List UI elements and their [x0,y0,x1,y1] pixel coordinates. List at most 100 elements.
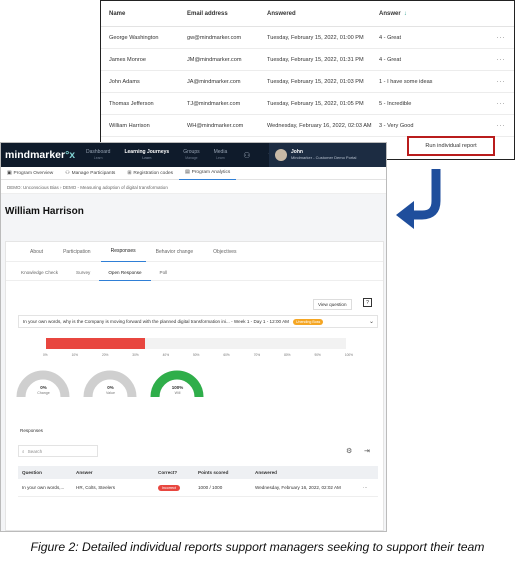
bar-tick-label: 100% [344,353,353,357]
responses-table: Question Answer Correct? Points scored A… [18,466,378,497]
tab-about[interactable]: About [20,242,53,262]
table-row[interactable]: John Adams JA@mindmarker.com Tuesday, Fe… [101,71,514,93]
cell-answer: 1 - I have some ideas [379,78,433,85]
bar-tick-label: 20% [101,353,109,357]
cell-name: William Harrison [109,122,150,129]
chevron-down-icon: ⌄ [368,319,374,325]
tab-program-overview[interactable]: ▣ Program Overview [1,167,59,180]
table-row[interactable]: Thomas Jefferson TJ@mindmarker.com Tuesd… [101,93,514,115]
tab-participation[interactable]: Participation [53,242,101,262]
tab-registration-codes[interactable]: ⊞ Registration codes [121,167,179,180]
cell-answer: 3 - Very Good [379,122,414,129]
users-icon[interactable]: ⚇ [234,151,259,160]
more-icon[interactable]: ··· [363,485,378,490]
bar-tick-label: 30% [132,353,139,357]
nav-learning-journeys[interactable]: Learning Journeys Learn [117,149,176,161]
breadcrumb[interactable]: DEMO: Unconscious Bias › DEMO - Measurin… [1,180,386,194]
tab-program-analytics[interactable]: ▤ Program Analytics [179,167,237,180]
col-email[interactable]: Email address [187,11,267,17]
cell-question: In your own words,... [22,485,65,490]
tab-survey[interactable]: Survey [67,265,99,281]
logo[interactable]: mindmarker°x [1,149,79,161]
col-answer[interactable]: Answer [76,470,158,475]
tab-behavior-change[interactable]: Behavior change [146,242,204,262]
gauge-change: 0% Change [16,369,71,398]
nav-media[interactable]: Media Learn [207,149,235,161]
question-select[interactable]: In your own words, why is the Company is… [18,315,378,328]
col-correct[interactable]: Correct? [158,470,198,475]
nav-dashboard[interactable]: Dashboard Learn [79,149,117,161]
page-title: William Harrison [5,206,84,217]
user-portal: Mindmarker - Customer Demo Portal [291,155,357,160]
cell-email: WH@mindmarker.com [187,122,244,129]
app-window: mindmarker°x Dashboard Learn Learning Jou… [0,142,387,532]
bar-tick-label: 0% [43,353,48,357]
status-badge: Unending Boss [292,318,324,325]
tab-open-response[interactable]: Open Response [99,265,151,281]
participants-answer-table: Name Email address Answered Answer ↓ Geo… [100,0,515,160]
question-text: In your own words, why is the Company is… [23,319,289,324]
cell-answered: Wednesday, February 16, 2022, 02:03 AM [267,122,372,129]
view-question-button[interactable]: View question [313,299,352,310]
tab-objectives[interactable]: Objectives [203,242,246,262]
cell-correct: Incorrect [158,485,198,491]
cell-answer: 4 - Great [379,56,402,63]
col-answer-label: Answer [379,10,401,17]
tab-responses[interactable]: Responses [100,242,146,262]
cell-points: 1000 / 1000 [198,485,223,490]
export-icon[interactable]: ⇥ [364,447,370,455]
search-input[interactable]: ⌕ Search [18,445,98,457]
sort-down-icon[interactable]: ↓ [404,11,407,17]
code-icon: ⊞ [127,170,132,176]
run-individual-report-button[interactable]: Run individual report [425,143,476,149]
tab-poll[interactable]: Poll [151,265,177,281]
more-icon[interactable]: ··· [489,57,513,63]
cell-name: James Monroe [109,56,146,63]
col-answer[interactable]: Answer ↓ [379,11,489,17]
response-bar-fill [46,338,145,349]
question-help-icon[interactable]: ? [363,298,372,307]
col-question[interactable]: Question [18,470,76,475]
more-icon[interactable]: ··· [489,123,513,129]
table-header: Question Answer Correct? Points scored A… [18,466,378,479]
cell-name: Thomas Jefferson [109,100,154,107]
participants-icon: ⚇ [65,170,70,176]
response-type-tabs: Knowledge Check Survey Open Response Pol… [6,265,383,281]
more-icon[interactable]: ··· [489,101,513,107]
user-menu[interactable]: John Mindmarker - Customer Demo Portal [269,143,386,167]
gear-icon[interactable]: ⚙ [346,447,352,455]
tab-manage-participants[interactable]: ⚇ Manage Participants [59,167,121,180]
bar-tick-label: 60% [223,353,230,357]
response-bar [46,338,346,349]
gauge-value: 0% Value [83,369,138,398]
tab-knowledge-check[interactable]: Knowledge Check [12,265,67,281]
col-name[interactable]: Name [101,11,187,17]
table-row[interactable]: James Monroe JM@mindmarker.com Tuesday, … [101,49,514,71]
bar-tick-label: 90% [314,353,321,357]
more-icon[interactable]: ··· [489,35,513,41]
bar-tick-label: 80% [284,353,291,357]
table-row[interactable]: In your own words,... HR, Colts, Steeler… [18,479,378,497]
cell-answered: Tuesday, February 15, 2022, 01:03 PM [267,78,364,85]
cell-email: JM@mindmarker.com [187,56,242,63]
bar-tick-label: 70% [253,353,261,357]
gauge-group: 0% Change 0% Value 100% Will [16,369,205,398]
col-points[interactable]: Points scored [198,470,255,475]
avatar [275,149,287,161]
cell-answered: Tuesday, February 15, 2022, 01:00 PM [267,34,364,41]
bar-tick-label: 40% [162,353,170,357]
bar-axis: 0% 10% 20% 30% 40% 50% 60% 70% 80% 90% 100% [43,353,353,357]
bar-tick-label: 50% [193,353,200,357]
more-icon[interactable]: ··· [489,79,513,85]
cell-name: John Adams [109,78,140,85]
table-row[interactable]: George Washington gw@mindmarker.com Tues… [101,27,514,49]
col-answered[interactable]: Answered [255,470,363,475]
cell-answer: 4 - Great [379,34,402,41]
cell-answered: Tuesday, February 15, 2022, 01:05 PM [267,100,364,107]
table-row[interactable]: William Harrison WH@mindmarker.com Wedne… [101,115,514,137]
table-header: Name Email address Answered Answer ↓ [101,1,514,27]
nav-groups[interactable]: Groups Manage [176,149,206,161]
report-panel: About Participation Responses Behavior c… [5,241,384,531]
cell-email: gw@mindmarker.com [187,34,242,41]
col-answered[interactable]: Answered [267,11,379,17]
